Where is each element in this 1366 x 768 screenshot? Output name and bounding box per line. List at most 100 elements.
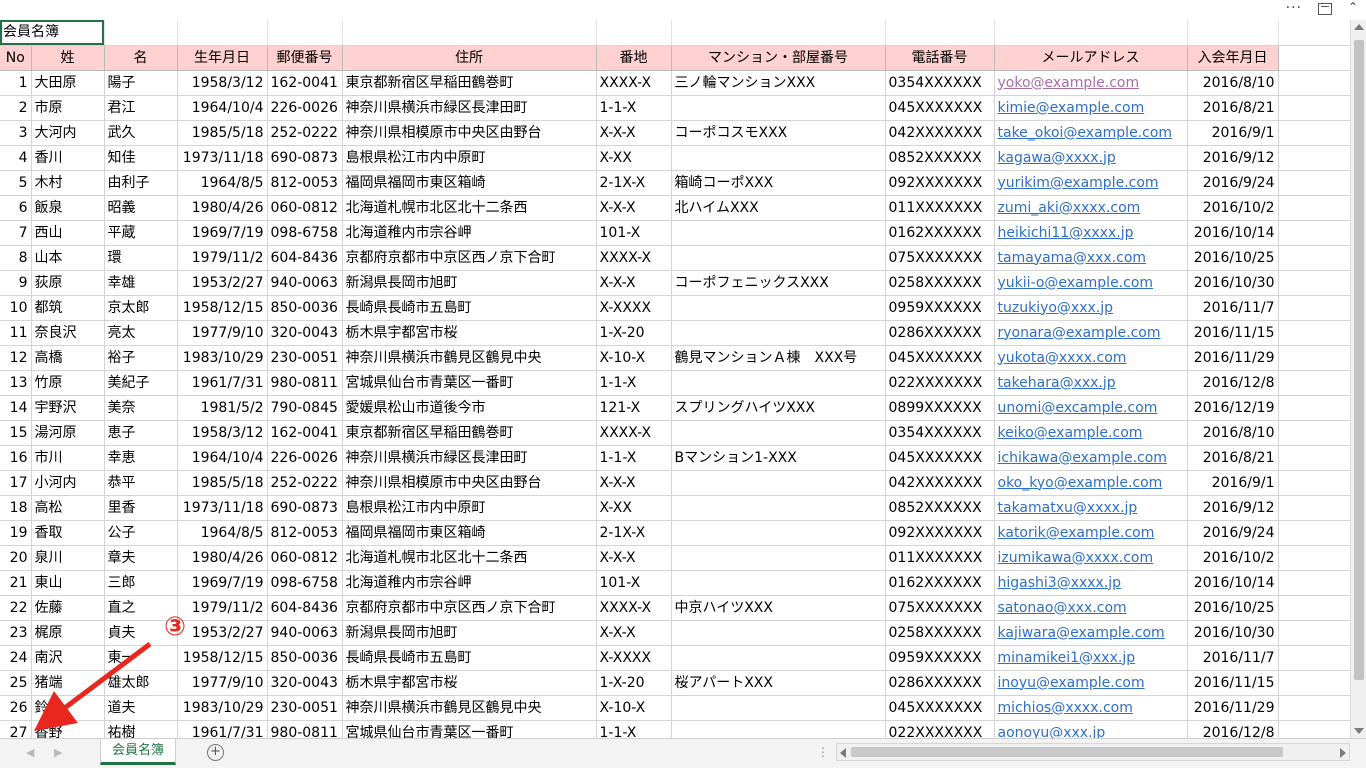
row-number[interactable]: 11	[0, 320, 32, 346]
first-name[interactable]: 公子	[104, 520, 178, 546]
first-name[interactable]: 祐樹	[104, 720, 178, 738]
phone-number[interactable]: 045XXXXXXX	[885, 445, 995, 471]
first-name[interactable]: 知佳	[104, 145, 178, 171]
last-name[interactable]: 大田原	[31, 70, 105, 96]
building-room[interactable]	[671, 145, 886, 171]
phone-number[interactable]: 075XXXXXXX	[885, 595, 995, 621]
last-name[interactable]: 西山	[31, 220, 105, 246]
empty-cell[interactable]	[1278, 370, 1350, 396]
address[interactable]: 宮城県仙台市青葉区一番町	[342, 370, 597, 396]
birth-date[interactable]: 1979/11/2	[177, 245, 268, 271]
next-sheet-icon[interactable]: ▶	[54, 746, 62, 759]
phone-number[interactable]: 042XXXXXXX	[885, 470, 995, 496]
email-link[interactable]: izumikawa@xxxx.com	[994, 545, 1188, 571]
building-room[interactable]	[671, 245, 886, 271]
empty-cell[interactable]	[1278, 170, 1350, 196]
postal-code[interactable]: 098-6758	[267, 220, 343, 246]
building-room[interactable]	[671, 495, 886, 521]
building-room[interactable]: 中京ハイツXXX	[671, 595, 886, 621]
birth-date[interactable]: 1980/4/26	[177, 195, 268, 221]
last-name[interactable]: 泉川	[31, 545, 105, 571]
join-date[interactable]: 2016/9/1	[1187, 470, 1279, 496]
row-number[interactable]: 4	[0, 145, 32, 171]
building-room[interactable]	[671, 720, 886, 738]
row-number[interactable]: 20	[0, 545, 32, 571]
phone-number[interactable]: 022XXXXXXX	[885, 720, 995, 738]
column-header[interactable]: 生年月日	[177, 44, 268, 71]
email-link[interactable]: aonoyu@xxx.jp	[994, 720, 1188, 738]
row-number[interactable]: 10	[0, 295, 32, 321]
last-name[interactable]: 猪端	[31, 670, 105, 696]
row-number[interactable]: 1	[0, 70, 32, 96]
phone-number[interactable]: 0286XXXXXX	[885, 320, 995, 346]
row-number[interactable]: 9	[0, 270, 32, 296]
street-number[interactable]: 101-X	[596, 220, 672, 246]
last-name[interactable]: 飯泉	[31, 195, 105, 221]
email-link[interactable]: ryonara@example.com	[994, 320, 1188, 346]
sheet-title-cell[interactable]: 会員名簿	[0, 20, 105, 46]
horizontal-scrollbar[interactable]	[836, 743, 1350, 761]
phone-number[interactable]: 042XXXXXXX	[885, 120, 995, 146]
last-name[interactable]: 南沢	[31, 645, 105, 671]
phone-number[interactable]: 0852XXXXXX	[885, 145, 995, 171]
street-number[interactable]: X-XXXX	[596, 645, 672, 671]
row-number[interactable]: 15	[0, 420, 32, 446]
join-date[interactable]: 2016/8/21	[1187, 95, 1279, 121]
join-date[interactable]: 2016/10/25	[1187, 595, 1279, 621]
first-name[interactable]: 由利子	[104, 170, 178, 196]
phone-number[interactable]: 011XXXXXXX	[885, 195, 995, 221]
phone-number[interactable]: 0959XXXXXX	[885, 645, 995, 671]
phone-number[interactable]: 0258XXXXXX	[885, 270, 995, 296]
row-number[interactable]: 12	[0, 345, 32, 371]
birth-date[interactable]: 1964/10/4	[177, 95, 268, 121]
column-header[interactable]: メールアドレス	[994, 44, 1188, 71]
first-name[interactable]: 昭義	[104, 195, 178, 221]
empty-cell[interactable]	[1278, 695, 1350, 721]
address[interactable]: 神奈川県横浜市鶴見区鶴見中央	[342, 695, 597, 721]
column-header[interactable]: 姓	[31, 44, 105, 71]
join-date[interactable]: 2016/11/29	[1187, 345, 1279, 371]
phone-number[interactable]: 092XXXXXXX	[885, 520, 995, 546]
join-date[interactable]: 2016/11/29	[1187, 695, 1279, 721]
first-name[interactable]: 京太郎	[104, 295, 178, 321]
empty-cell[interactable]	[1278, 445, 1350, 471]
email-link[interactable]: kajiwara@example.com	[994, 620, 1188, 646]
row-number[interactable]: 19	[0, 520, 32, 546]
first-name[interactable]: 平蔵	[104, 220, 178, 246]
postal-code[interactable]: 060-0812	[267, 195, 343, 221]
birth-date[interactable]: 1969/7/19	[177, 220, 268, 246]
building-room[interactable]	[671, 470, 886, 496]
join-date[interactable]: 2016/9/1	[1187, 120, 1279, 146]
email-link[interactable]: inoyu@example.com	[994, 670, 1188, 696]
last-name[interactable]: 都筑	[31, 295, 105, 321]
row-number[interactable]: 2	[0, 95, 32, 121]
postal-code[interactable]: 812-0053	[267, 520, 343, 546]
phone-number[interactable]: 0852XXXXXX	[885, 495, 995, 521]
birth-date[interactable]: 1985/5/18	[177, 470, 268, 496]
address[interactable]: 北海道稚内市宗谷岬	[342, 220, 597, 246]
last-name[interactable]: 市原	[31, 95, 105, 121]
add-sheet-icon[interactable]: +	[207, 744, 224, 761]
address[interactable]: 北海道稚内市宗谷岬	[342, 570, 597, 596]
empty-cell[interactable]	[1278, 295, 1350, 321]
street-number[interactable]: X-XX	[596, 495, 672, 521]
postal-code[interactable]: 226-0026	[267, 445, 343, 471]
join-date[interactable]: 2016/10/14	[1187, 570, 1279, 596]
street-number[interactable]: 1-X-20	[596, 320, 672, 346]
building-room[interactable]	[671, 620, 886, 646]
postal-code[interactable]: 690-0873	[267, 145, 343, 171]
postal-code[interactable]: 252-0222	[267, 120, 343, 146]
street-number[interactable]: X-10-X	[596, 345, 672, 371]
first-name[interactable]: 雄太郎	[104, 670, 178, 696]
address[interactable]: 京都府京都市中京区西ノ京下合町	[342, 245, 597, 271]
address[interactable]: 京都府京都市中京区西ノ京下合町	[342, 595, 597, 621]
first-name[interactable]: 美紀子	[104, 370, 178, 396]
address[interactable]: 北海道札幌市北区北十二条西	[342, 195, 597, 221]
address[interactable]: 新潟県長岡市旭町	[342, 620, 597, 646]
empty-cell[interactable]	[1278, 395, 1350, 421]
building-room[interactable]: コーポコスモXXX	[671, 120, 886, 146]
birth-date[interactable]: 1980/4/26	[177, 545, 268, 571]
column-header[interactable]: 番地	[596, 44, 672, 71]
birth-date[interactable]: 1958/12/15	[177, 295, 268, 321]
phone-number[interactable]: 045XXXXXXX	[885, 695, 995, 721]
